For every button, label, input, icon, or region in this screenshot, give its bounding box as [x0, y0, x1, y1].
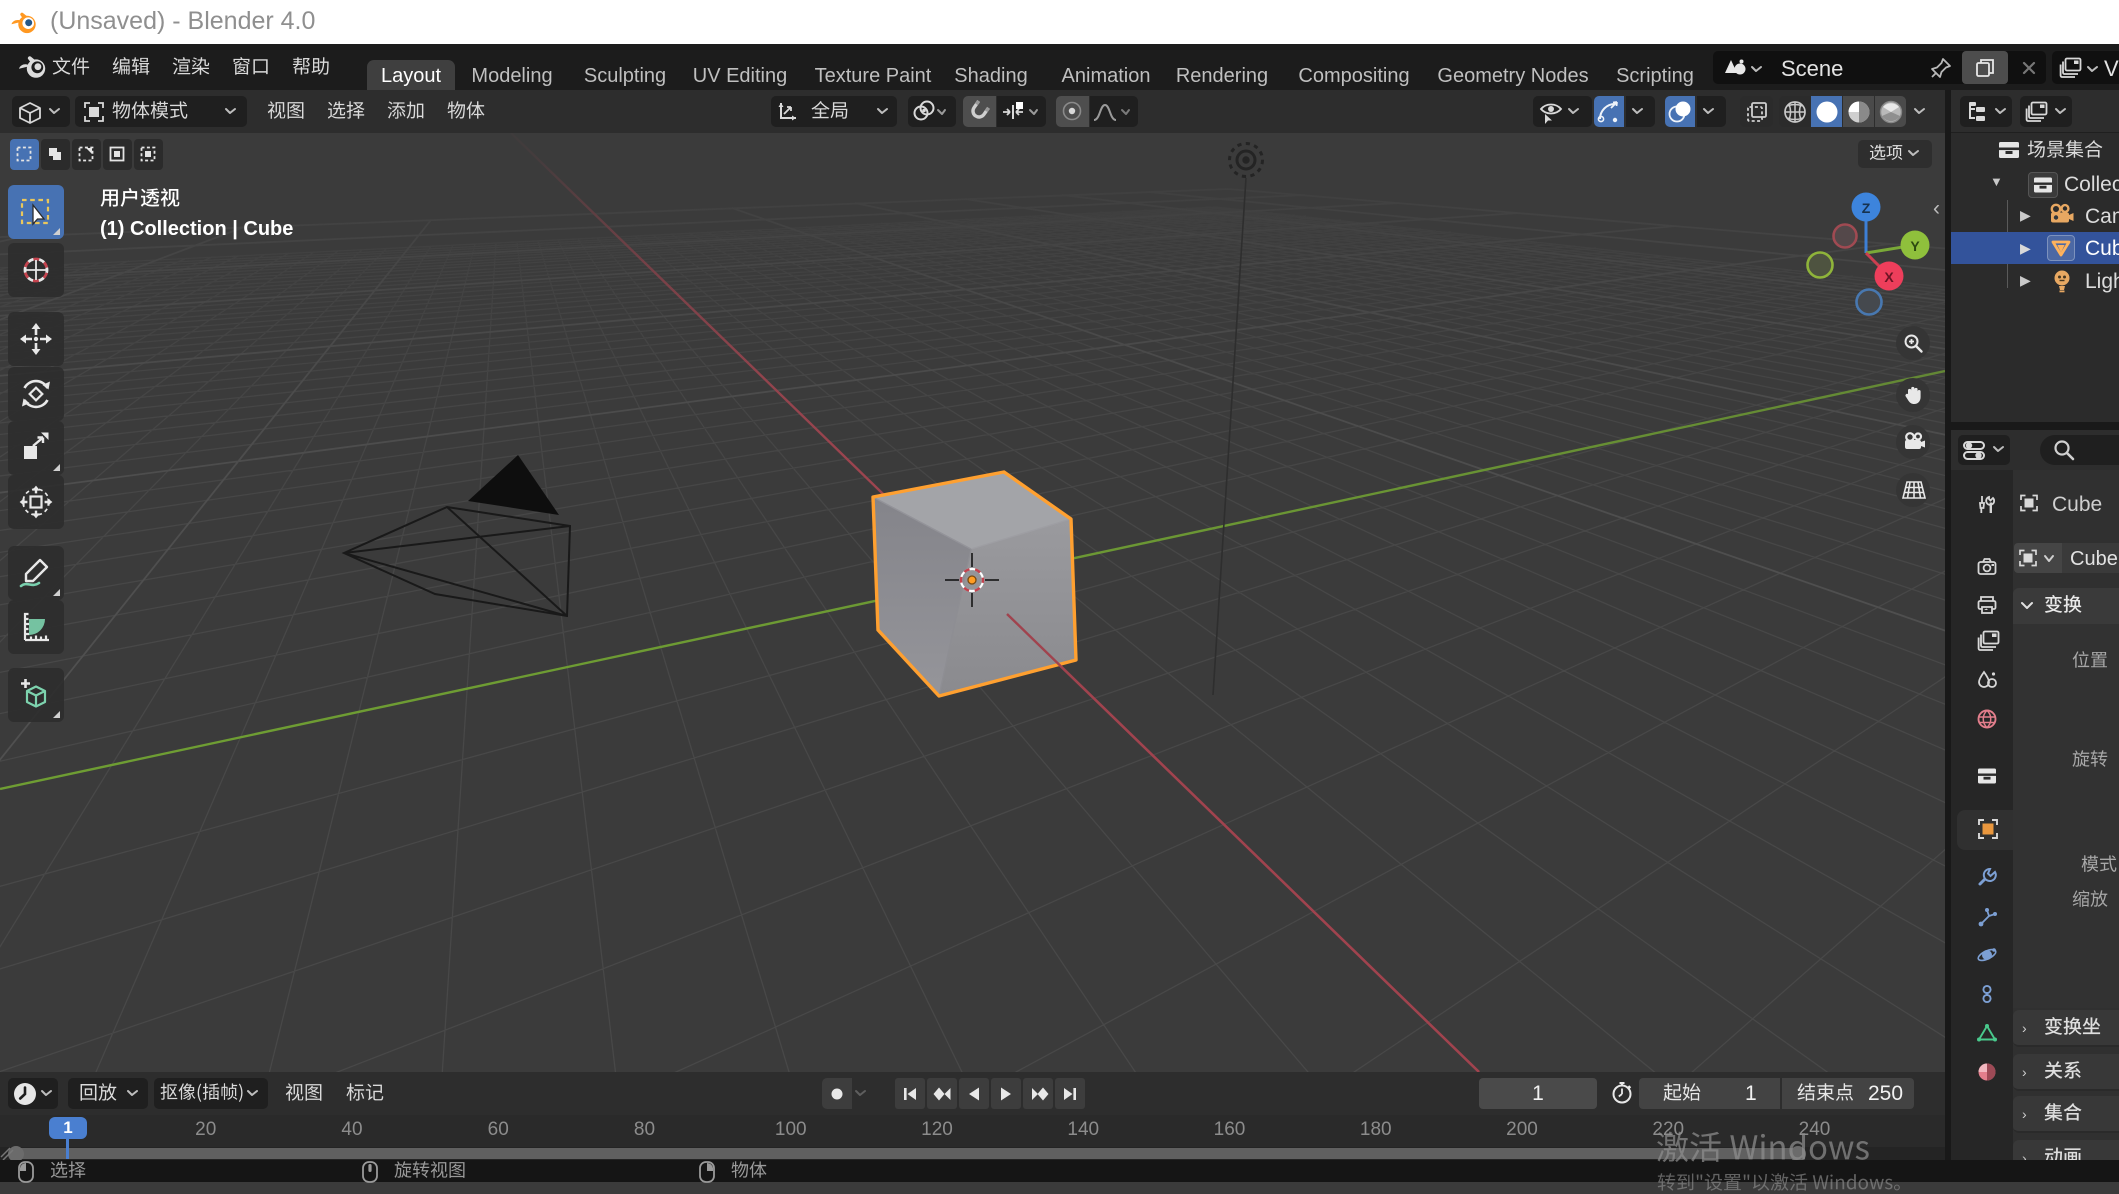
svg-text:Z: Z [1862, 200, 1871, 216]
svg-text:Y: Y [1910, 238, 1920, 254]
svg-text:X: X [1884, 269, 1894, 285]
